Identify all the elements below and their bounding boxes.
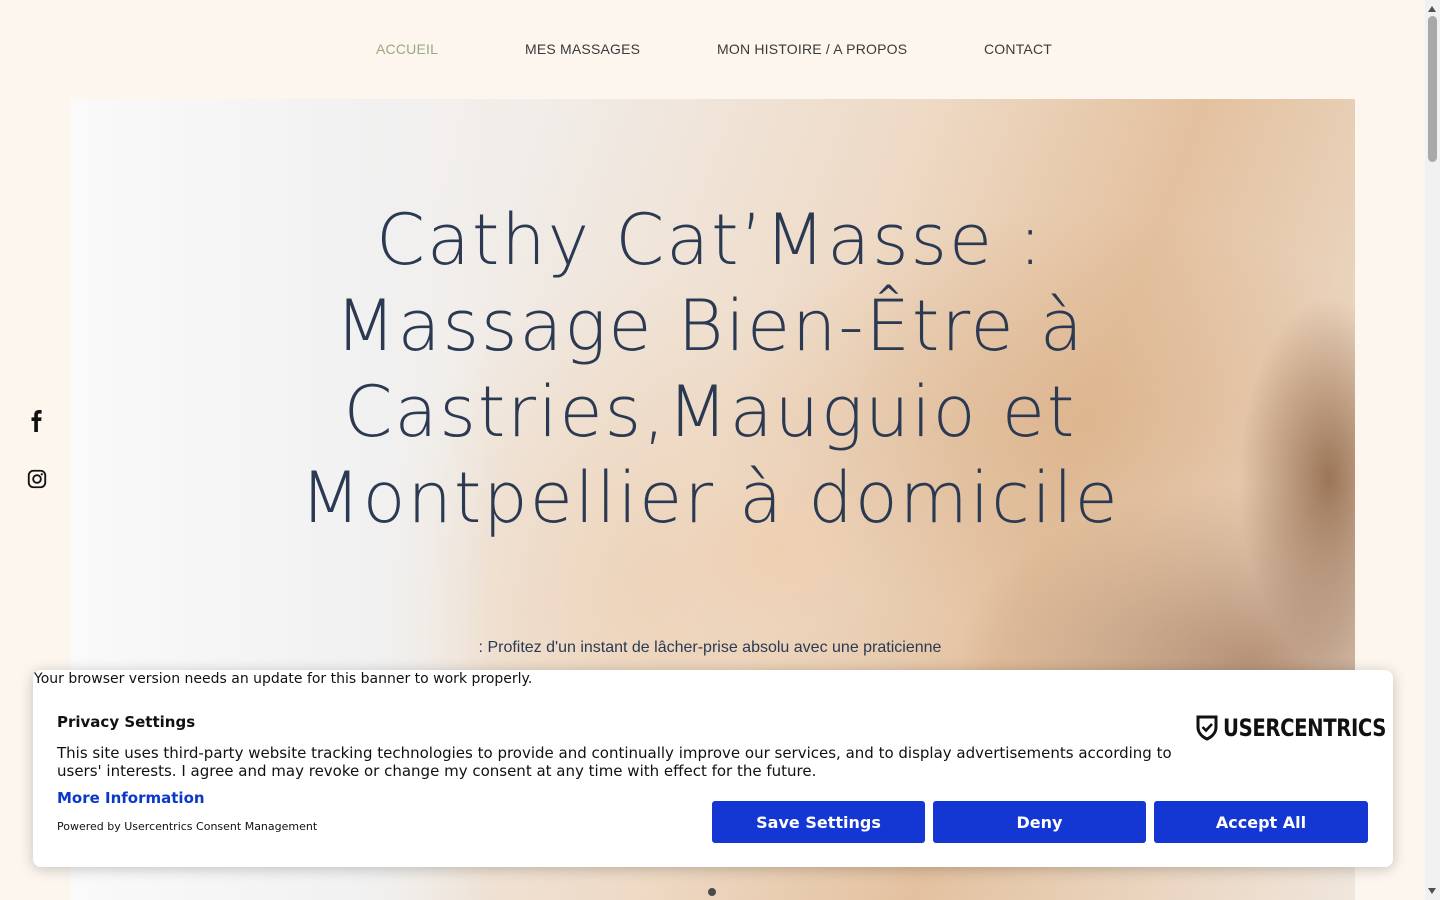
browser-update-warning: Your browser version needs an update for… bbox=[34, 671, 533, 687]
nav-item-accueil[interactable]: ACCUEIL bbox=[376, 41, 438, 57]
facebook-icon[interactable] bbox=[26, 410, 48, 432]
shield-check-icon bbox=[1196, 715, 1218, 741]
usercentrics-wordmark: USERCENTRICS bbox=[1223, 714, 1387, 742]
scroll-down-arrow-icon[interactable] bbox=[1428, 888, 1436, 894]
deny-button[interactable]: Deny bbox=[933, 801, 1146, 843]
usercentrics-logo: USERCENTRICS bbox=[1196, 714, 1422, 742]
instagram-icon[interactable] bbox=[26, 468, 48, 490]
page-scrollbar[interactable] bbox=[1425, 0, 1440, 900]
hero-subtitle: : Profitez d'un instant de lâcher-prise … bbox=[478, 639, 942, 656]
nav-item-mon-histoire[interactable]: MON HISTOIRE / A PROPOS bbox=[717, 41, 907, 57]
more-information-link[interactable]: More Information bbox=[57, 789, 205, 807]
powered-by-text: Powered by Usercentrics Consent Manageme… bbox=[57, 820, 318, 833]
scroll-up-arrow-icon[interactable] bbox=[1428, 6, 1436, 12]
nav-item-mes-massages[interactable]: MES MASSAGES bbox=[525, 41, 640, 57]
consent-title: Privacy Settings bbox=[57, 713, 196, 731]
consent-banner: Privacy Settings This site uses third-pa… bbox=[33, 670, 1393, 867]
hero-title: Cathy Cat’Masse : Massage Bien-Être à Ca… bbox=[300, 199, 1120, 539]
consent-description: This site uses third-party website track… bbox=[57, 744, 1172, 780]
nav-item-contact[interactable]: CONTACT bbox=[984, 41, 1052, 57]
scroll-thumb[interactable] bbox=[1428, 16, 1437, 162]
accept-all-button[interactable]: Accept All bbox=[1154, 801, 1368, 843]
slide-indicator-dot[interactable] bbox=[708, 888, 716, 896]
main-nav: ACCUEIL MES MASSAGES MON HISTOIRE / A PR… bbox=[0, 0, 1425, 99]
save-settings-button[interactable]: Save Settings bbox=[712, 801, 925, 843]
hero-background-hair bbox=[1175, 239, 1355, 719]
social-links bbox=[26, 410, 48, 490]
